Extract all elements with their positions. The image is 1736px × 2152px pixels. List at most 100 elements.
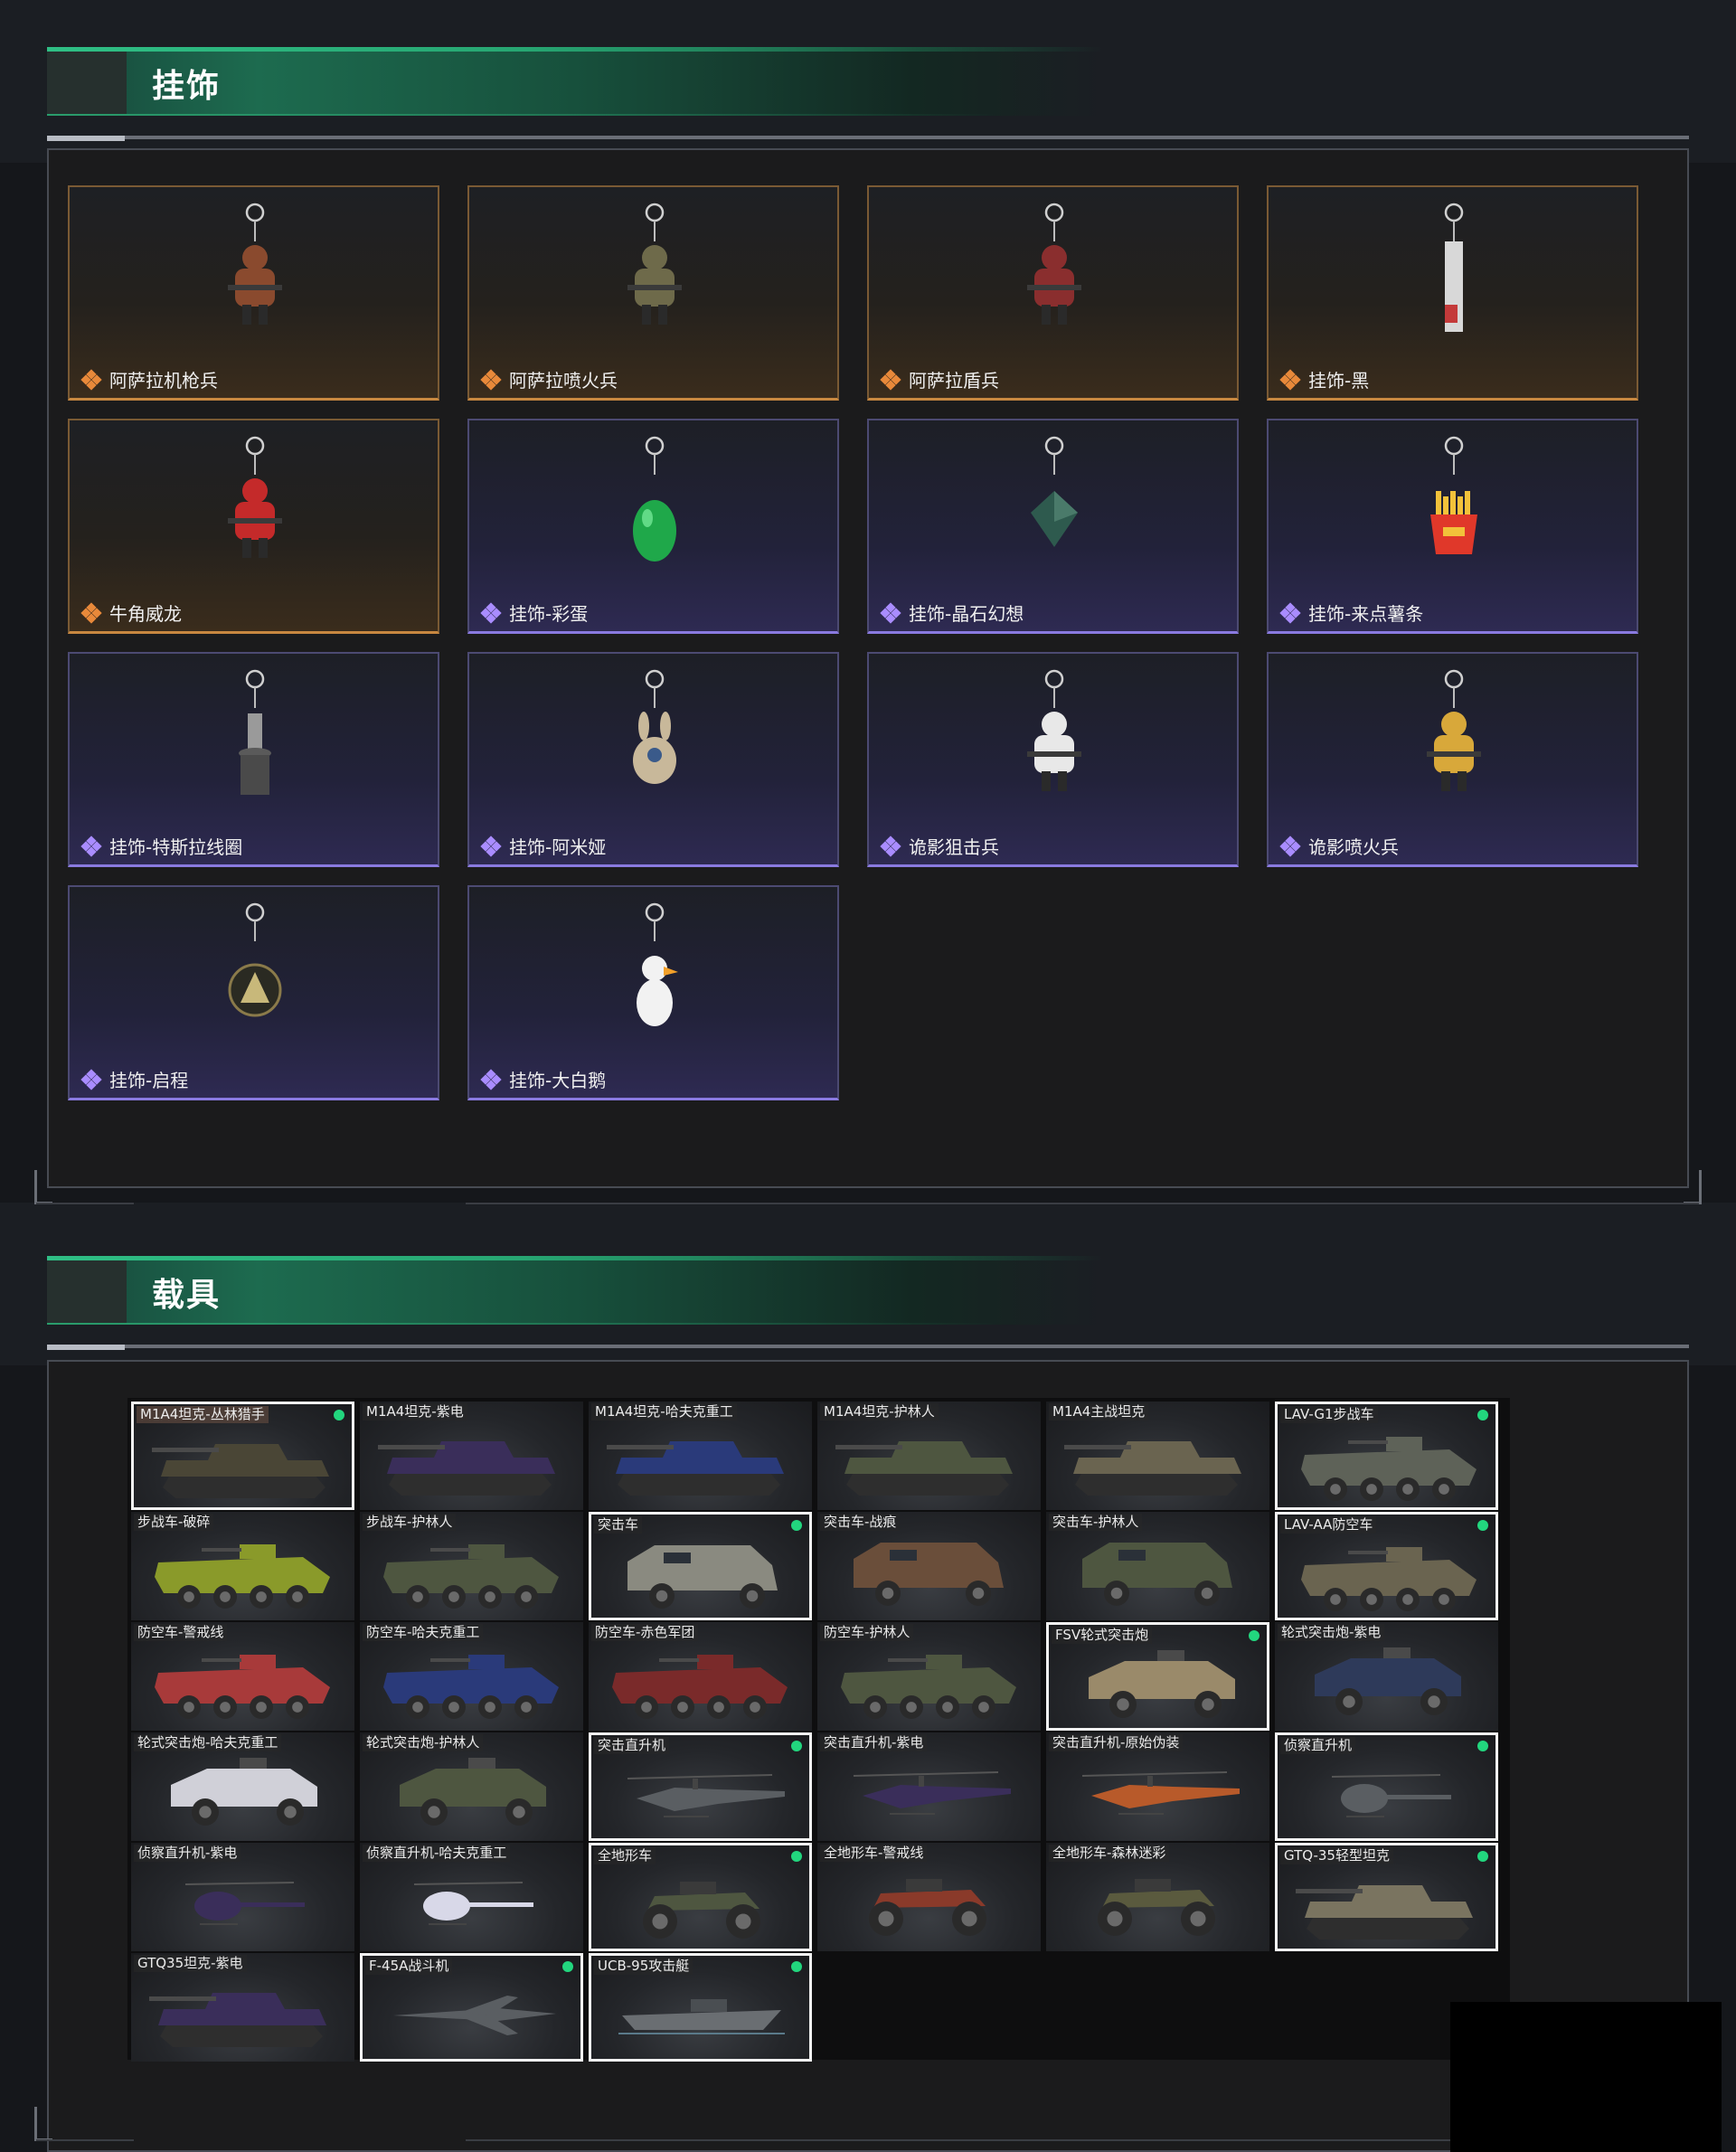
vehicle-card[interactable]: F-45A战斗机 xyxy=(360,1953,583,2062)
vehicle-card[interactable]: GTQ-35轻型坦克 xyxy=(1275,1843,1498,1951)
rarity-diamond-icon xyxy=(480,1068,502,1090)
charm-label-row: 阿萨拉喷火兵 xyxy=(480,366,618,392)
header-rule-highlight xyxy=(47,1345,125,1350)
vehicle-name: M1A4主战坦克 xyxy=(1049,1403,1149,1421)
vehicle-name: UCB-95攻击艇 xyxy=(594,1958,693,1975)
charm-card[interactable]: 挂饰-特斯拉线圈 xyxy=(68,652,439,867)
vehicle-card[interactable]: 突击车 xyxy=(589,1512,812,1620)
vehicle-card[interactable]: 步战车-护林人 xyxy=(360,1512,583,1620)
vehicle-card[interactable]: 防空车-哈夫克重工 xyxy=(360,1622,583,1731)
vehicle-card[interactable]: 轮式突击炮-紫电 xyxy=(1275,1622,1498,1731)
vehicle-name: 突击车-护林人 xyxy=(1049,1514,1143,1531)
vehicle-card[interactable]: 侦察直升机-紫电 xyxy=(131,1843,354,1951)
vehicle-card[interactable]: M1A4坦克-哈夫克重工 xyxy=(589,1402,812,1510)
vehicle-name: LAV-AA防空车 xyxy=(1280,1516,1377,1534)
rarity-diamond-icon xyxy=(80,1068,102,1090)
vehicle-card[interactable]: M1A4坦克-紫电 xyxy=(360,1402,583,1510)
rarity-diamond-icon xyxy=(880,368,901,391)
charm-label-row: 牛角威龙 xyxy=(80,599,182,626)
charm-name: 挂饰-黑 xyxy=(1308,370,1370,392)
rarity-diamond-icon xyxy=(80,601,102,624)
header-rule xyxy=(47,1345,1689,1348)
vehicle-card[interactable]: GTQ35坦克-紫电 xyxy=(131,1953,354,2062)
vehicle-name: M1A4坦克-哈夫克重工 xyxy=(591,1403,737,1421)
vehicle-card[interactable]: 轮式突击炮-哈夫克重工 xyxy=(131,1732,354,1841)
header-rule xyxy=(47,136,1689,139)
vehicle-card[interactable]: 侦察直升机-哈夫克重工 xyxy=(360,1843,583,1951)
owned-status-icon xyxy=(1477,1741,1488,1751)
vehicle-card[interactable]: M1A4坦克-丛林猎手 xyxy=(131,1402,354,1510)
charm-name: 阿萨拉机枪兵 xyxy=(109,370,218,392)
charm-label-row: 挂饰-阿米娅 xyxy=(480,833,607,859)
vehicle-name: 轮式突击炮-哈夫克重工 xyxy=(134,1734,282,1751)
vehicle-card[interactable]: 全地形车 xyxy=(589,1843,812,1951)
charm-label-row: 挂饰-来点薯条 xyxy=(1279,599,1423,626)
vehicle-name: FSV轮式突击炮 xyxy=(1052,1627,1153,1644)
vehicle-card[interactable]: 防空车-赤色军团 xyxy=(589,1622,812,1731)
owned-status-icon xyxy=(334,1410,344,1421)
charm-name: 挂饰-阿米娅 xyxy=(509,836,607,858)
vehicle-name: 步战车-破碎 xyxy=(134,1514,214,1531)
vehicle-card[interactable]: 防空车-警戒线 xyxy=(131,1622,354,1731)
charm-name: 挂饰-特斯拉线圈 xyxy=(109,836,243,858)
vehicle-card[interactable]: 突击直升机-原始伪装 xyxy=(1046,1732,1269,1841)
vehicle-card[interactable]: 步战车-破碎 xyxy=(131,1512,354,1620)
charm-label-row: 挂饰-特斯拉线圈 xyxy=(80,833,243,859)
charm-card[interactable]: 挂饰-黑 xyxy=(1267,185,1638,401)
vehicle-name: 防空车-警戒线 xyxy=(134,1624,228,1641)
charm-name: 挂饰-晶石幻想 xyxy=(909,603,1024,625)
vehicle-card[interactable]: 突击车-护林人 xyxy=(1046,1512,1269,1620)
charm-card[interactable]: 挂饰-启程 xyxy=(68,885,439,1100)
vehicle-name: 侦察直升机-紫电 xyxy=(134,1845,241,1862)
charm-name: 挂饰-大白鹅 xyxy=(509,1070,607,1091)
panel-underline xyxy=(36,1203,134,1204)
panel-corner xyxy=(34,2107,52,2141)
owned-status-icon xyxy=(791,1741,802,1751)
vehicle-card[interactable]: FSV轮式突击炮 xyxy=(1046,1622,1269,1731)
charm-card[interactable]: 牛角威龙 xyxy=(68,419,439,634)
vehicle-name: 防空车-赤色军团 xyxy=(591,1624,699,1641)
charm-card[interactable]: 挂饰-大白鹅 xyxy=(467,885,839,1100)
vehicle-card[interactable]: 全地形车-警戒线 xyxy=(817,1843,1041,1951)
vehicle-card[interactable]: 突击直升机-紫电 xyxy=(817,1732,1041,1841)
charm-card[interactable]: 诡影喷火兵 xyxy=(1267,652,1638,867)
panel-corner xyxy=(1684,1170,1702,1204)
rarity-diamond-icon xyxy=(480,835,502,857)
charm-card[interactable]: 阿萨拉喷火兵 xyxy=(467,185,839,401)
charm-card[interactable]: 挂饰-阿米娅 xyxy=(467,652,839,867)
vehicle-card[interactable]: 突击直升机 xyxy=(589,1732,812,1841)
vehicle-name: GTQ35坦克-紫电 xyxy=(134,1955,247,1972)
charm-card[interactable]: 诡影狙击兵 xyxy=(867,652,1239,867)
owned-status-icon xyxy=(1477,1410,1488,1421)
vehicle-card[interactable]: 侦察直升机 xyxy=(1275,1732,1498,1841)
charm-name: 挂饰-启程 xyxy=(109,1070,189,1091)
rarity-diamond-icon xyxy=(1279,835,1301,857)
panel-underline xyxy=(466,1203,1699,1204)
charm-card[interactable]: 挂饰-彩蛋 xyxy=(467,419,839,634)
charm-card[interactable]: 阿萨拉机枪兵 xyxy=(68,185,439,401)
charm-card[interactable]: 挂饰-来点薯条 xyxy=(1267,419,1638,634)
vehicle-card[interactable]: UCB-95攻击艇 xyxy=(589,1953,812,2062)
rarity-diamond-icon xyxy=(1279,368,1301,391)
charm-label-row: 诡影喷火兵 xyxy=(1279,833,1399,859)
charm-card[interactable]: 阿萨拉盾兵 xyxy=(867,185,1239,401)
charm-name: 牛角威龙 xyxy=(109,603,182,625)
charm-name: 阿萨拉盾兵 xyxy=(909,370,999,392)
vehicle-name: 全地形车-森林迷彩 xyxy=(1049,1845,1170,1862)
vehicle-card[interactable]: M1A4坦克-护林人 xyxy=(817,1402,1041,1510)
vehicle-card[interactable]: LAV-G1步战车 xyxy=(1275,1402,1498,1510)
rarity-diamond-icon xyxy=(1279,601,1301,624)
vehicle-card[interactable]: LAV-AA防空车 xyxy=(1275,1512,1498,1620)
vehicle-card[interactable]: 全地形车-森林迷彩 xyxy=(1046,1843,1269,1951)
charm-card[interactable]: 挂饰-晶石幻想 xyxy=(867,419,1239,634)
vehicle-name: 突击直升机 xyxy=(594,1737,670,1754)
vehicle-card[interactable]: 防空车-护林人 xyxy=(817,1622,1041,1731)
vehicle-name: 全地形车-警戒线 xyxy=(820,1845,928,1862)
charm-name: 诡影喷火兵 xyxy=(1308,836,1399,858)
vehicle-name: 突击直升机-原始伪装 xyxy=(1049,1734,1184,1751)
charm-label-row: 阿萨拉机枪兵 xyxy=(80,366,218,392)
vehicle-card[interactable]: M1A4主战坦克 xyxy=(1046,1402,1269,1510)
vehicle-card[interactable]: 突击车-战痕 xyxy=(817,1512,1041,1620)
charm-label-row: 挂饰-大白鹅 xyxy=(480,1066,607,1092)
vehicle-card[interactable]: 轮式突击炮-护林人 xyxy=(360,1732,583,1841)
